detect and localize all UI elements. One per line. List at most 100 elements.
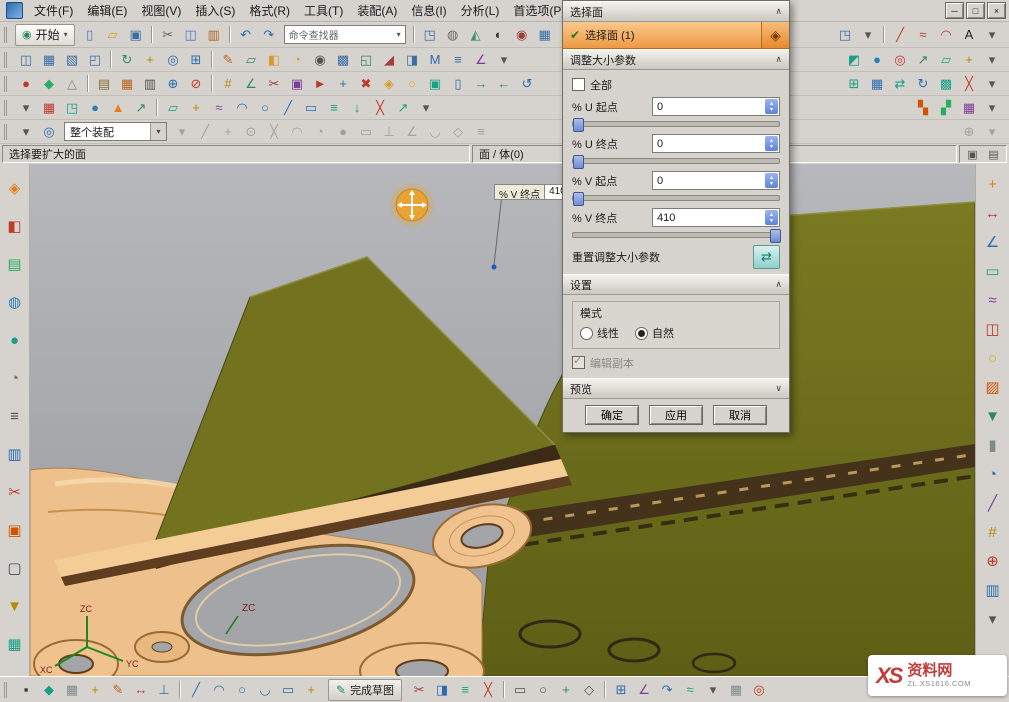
crate-icon[interactable]: ▣ bbox=[3, 518, 27, 542]
checkbox-icon[interactable] bbox=[572, 78, 585, 91]
palette2-icon[interactable]: ▞ bbox=[935, 97, 957, 119]
expression-icon[interactable]: ≡ bbox=[447, 49, 469, 71]
mode-radio-0[interactable]: 线性 bbox=[580, 325, 619, 341]
start-menu-button[interactable]: ◉ 开始 ▾ bbox=[15, 24, 75, 46]
expand-panel-icon[interactable]: ▤ bbox=[985, 146, 1002, 163]
line-icon[interactable]: ╱ bbox=[185, 679, 207, 701]
snap-rect-icon[interactable]: ▭ bbox=[355, 121, 377, 143]
display-grid-icon[interactable]: ▦ bbox=[725, 679, 747, 701]
import-icon[interactable]: ← bbox=[493, 73, 515, 95]
bounding-box-icon[interactable]: ▭ bbox=[981, 259, 1005, 283]
circle-pattern-icon[interactable]: ○ bbox=[532, 679, 554, 701]
view-orient-icon[interactable]: ◳ bbox=[834, 24, 856, 46]
plan-icon[interactable]: ▦ bbox=[116, 73, 138, 95]
offset-icon[interactable]: ≡ bbox=[323, 97, 345, 119]
column-icon[interactable]: ▮ bbox=[981, 433, 1005, 457]
finish-sketch-button[interactable]: ✎ 完成草图 bbox=[328, 679, 402, 701]
sketch-task-icon[interactable]: ✎ bbox=[217, 49, 239, 71]
sketch-grid-icon[interactable]: ▦ bbox=[61, 679, 83, 701]
light-icon[interactable]: ○ bbox=[981, 346, 1005, 370]
intersect-icon[interactable]: ╳ bbox=[369, 97, 391, 119]
move-face-icon[interactable]: M bbox=[424, 49, 446, 71]
plane-tool-icon[interactable]: ▱ bbox=[162, 97, 184, 119]
bottom-grip-icon[interactable]: ▪ bbox=[15, 679, 37, 701]
more-feature-icon[interactable]: ▾ bbox=[493, 49, 515, 71]
section-settings[interactable]: 设置 ∧ bbox=[563, 274, 789, 295]
dimension-icon[interactable]: ↔ bbox=[130, 679, 152, 701]
section-select-face[interactable]: 选择面 ∧ bbox=[563, 1, 789, 22]
menu-item-0[interactable]: 文件(F) bbox=[27, 0, 80, 22]
collapse-arrow-icon[interactable]: ∧ bbox=[775, 279, 782, 290]
snap-center-icon[interactable]: ⊙ bbox=[240, 121, 262, 143]
pan-view-icon[interactable]: + bbox=[139, 49, 161, 71]
circle-tool2-icon[interactable]: ○ bbox=[254, 97, 276, 119]
extrude-icon[interactable]: ◧ bbox=[263, 49, 285, 71]
menu-item-5[interactable]: 工具(T) bbox=[297, 0, 350, 22]
mirror-feature-icon[interactable]: ◨ bbox=[401, 49, 423, 71]
teal-cube-icon[interactable]: ◳ bbox=[61, 97, 83, 119]
gem2-icon[interactable]: ◈ bbox=[378, 73, 400, 95]
snap-existing-icon[interactable]: ● bbox=[332, 121, 354, 143]
collapse-arrow-icon[interactable]: ∧ bbox=[775, 54, 782, 65]
param-slider[interactable] bbox=[572, 192, 780, 204]
snap-quadrant-icon[interactable]: ◔ bbox=[309, 121, 331, 143]
tag-icon[interactable]: ◧ bbox=[3, 214, 27, 238]
chevron-down-icon[interactable]: ▾ bbox=[150, 123, 166, 140]
open-file-icon[interactable]: ▱ bbox=[102, 24, 124, 46]
snip-icon[interactable]: ✂ bbox=[263, 73, 285, 95]
shaded-view-icon[interactable]: ◍ bbox=[442, 24, 464, 46]
datum-plane-icon[interactable]: ▱ bbox=[240, 49, 262, 71]
more-curve-icon[interactable]: ▾ bbox=[415, 97, 437, 119]
gem-icon[interactable]: ◆ bbox=[38, 73, 60, 95]
book-icon[interactable]: ▥ bbox=[3, 442, 27, 466]
copy-icon[interactable]: ◫ bbox=[180, 24, 202, 46]
slider-handle[interactable] bbox=[573, 192, 584, 206]
add-tool-icon[interactable]: + bbox=[332, 73, 354, 95]
bulb-icon[interactable]: ○ bbox=[401, 73, 423, 95]
convert-icon[interactable]: ↷ bbox=[656, 679, 678, 701]
deviation-icon[interactable]: ≈ bbox=[981, 288, 1005, 312]
snap-midpoint-icon[interactable]: + bbox=[217, 121, 239, 143]
param-slider[interactable] bbox=[572, 118, 780, 130]
red-grid-icon[interactable]: ▦ bbox=[38, 97, 60, 119]
restore-button[interactable]: □ bbox=[966, 2, 985, 19]
drag-handle-point[interactable] bbox=[492, 265, 497, 270]
spinner-buttons[interactable]: ▴▾ bbox=[765, 136, 778, 151]
corner-icon[interactable]: ╳ bbox=[477, 679, 499, 701]
diamond-icon[interactable]: ◇ bbox=[578, 679, 600, 701]
line-tool2-icon[interactable]: ╱ bbox=[277, 97, 299, 119]
refresh-icon[interactable]: ↺ bbox=[516, 73, 538, 95]
flag-icon[interactable]: ► bbox=[309, 73, 331, 95]
delete-icon[interactable]: ✖ bbox=[355, 73, 377, 95]
snap-more-icon[interactable]: ▾ bbox=[981, 121, 1003, 143]
chip-icon[interactable]: ▣ bbox=[424, 73, 446, 95]
highlight-filter-icon[interactable]: ◎ bbox=[38, 121, 60, 143]
web-browser-icon[interactable]: ◍ bbox=[3, 290, 27, 314]
snap-point-on-curve-icon[interactable]: ◇ bbox=[447, 121, 469, 143]
line-red-icon[interactable]: ╱ bbox=[889, 24, 911, 46]
film-icon[interactable]: ▥ bbox=[139, 73, 161, 95]
project-icon[interactable]: ↓ bbox=[346, 97, 368, 119]
select-face-button[interactable]: ◈ bbox=[761, 22, 789, 48]
quick-trim-icon[interactable]: ✂ bbox=[408, 679, 430, 701]
revolve-icon[interactable]: ◔ bbox=[286, 49, 308, 71]
tile-window-icon[interactable]: ▣ bbox=[964, 146, 981, 163]
render-style-icon[interactable]: ◐ bbox=[488, 24, 510, 46]
wireframe-icon[interactable]: ▦ bbox=[38, 49, 60, 71]
fillet-icon[interactable]: ◡ bbox=[254, 679, 276, 701]
slider-handle[interactable] bbox=[573, 118, 584, 132]
expand-arrow-icon[interactable]: ∨ bbox=[775, 383, 782, 394]
section-preview[interactable]: 预览 ∨ bbox=[563, 378, 789, 399]
graphics-viewport[interactable]: ZC ZC XC YC bbox=[30, 164, 975, 676]
param-spinbox[interactable]: 0▴▾ bbox=[652, 97, 780, 116]
param-spinbox[interactable]: 0▴▾ bbox=[652, 171, 780, 190]
point-constructor-icon[interactable]: + bbox=[981, 172, 1005, 196]
view-cube-icon[interactable]: ◳ bbox=[419, 24, 441, 46]
more-d-icon[interactable]: ▾ bbox=[981, 97, 1003, 119]
measure-icon[interactable]: ∠ bbox=[470, 49, 492, 71]
rotate2-icon[interactable]: ↻ bbox=[912, 73, 934, 95]
extend-icon[interactable]: ↗ bbox=[392, 97, 414, 119]
more-b-icon[interactable]: ▾ bbox=[981, 49, 1003, 71]
material-icon[interactable]: ◉ bbox=[511, 24, 533, 46]
section-resize-params[interactable]: 调整大小参数 ∧ bbox=[563, 49, 789, 70]
